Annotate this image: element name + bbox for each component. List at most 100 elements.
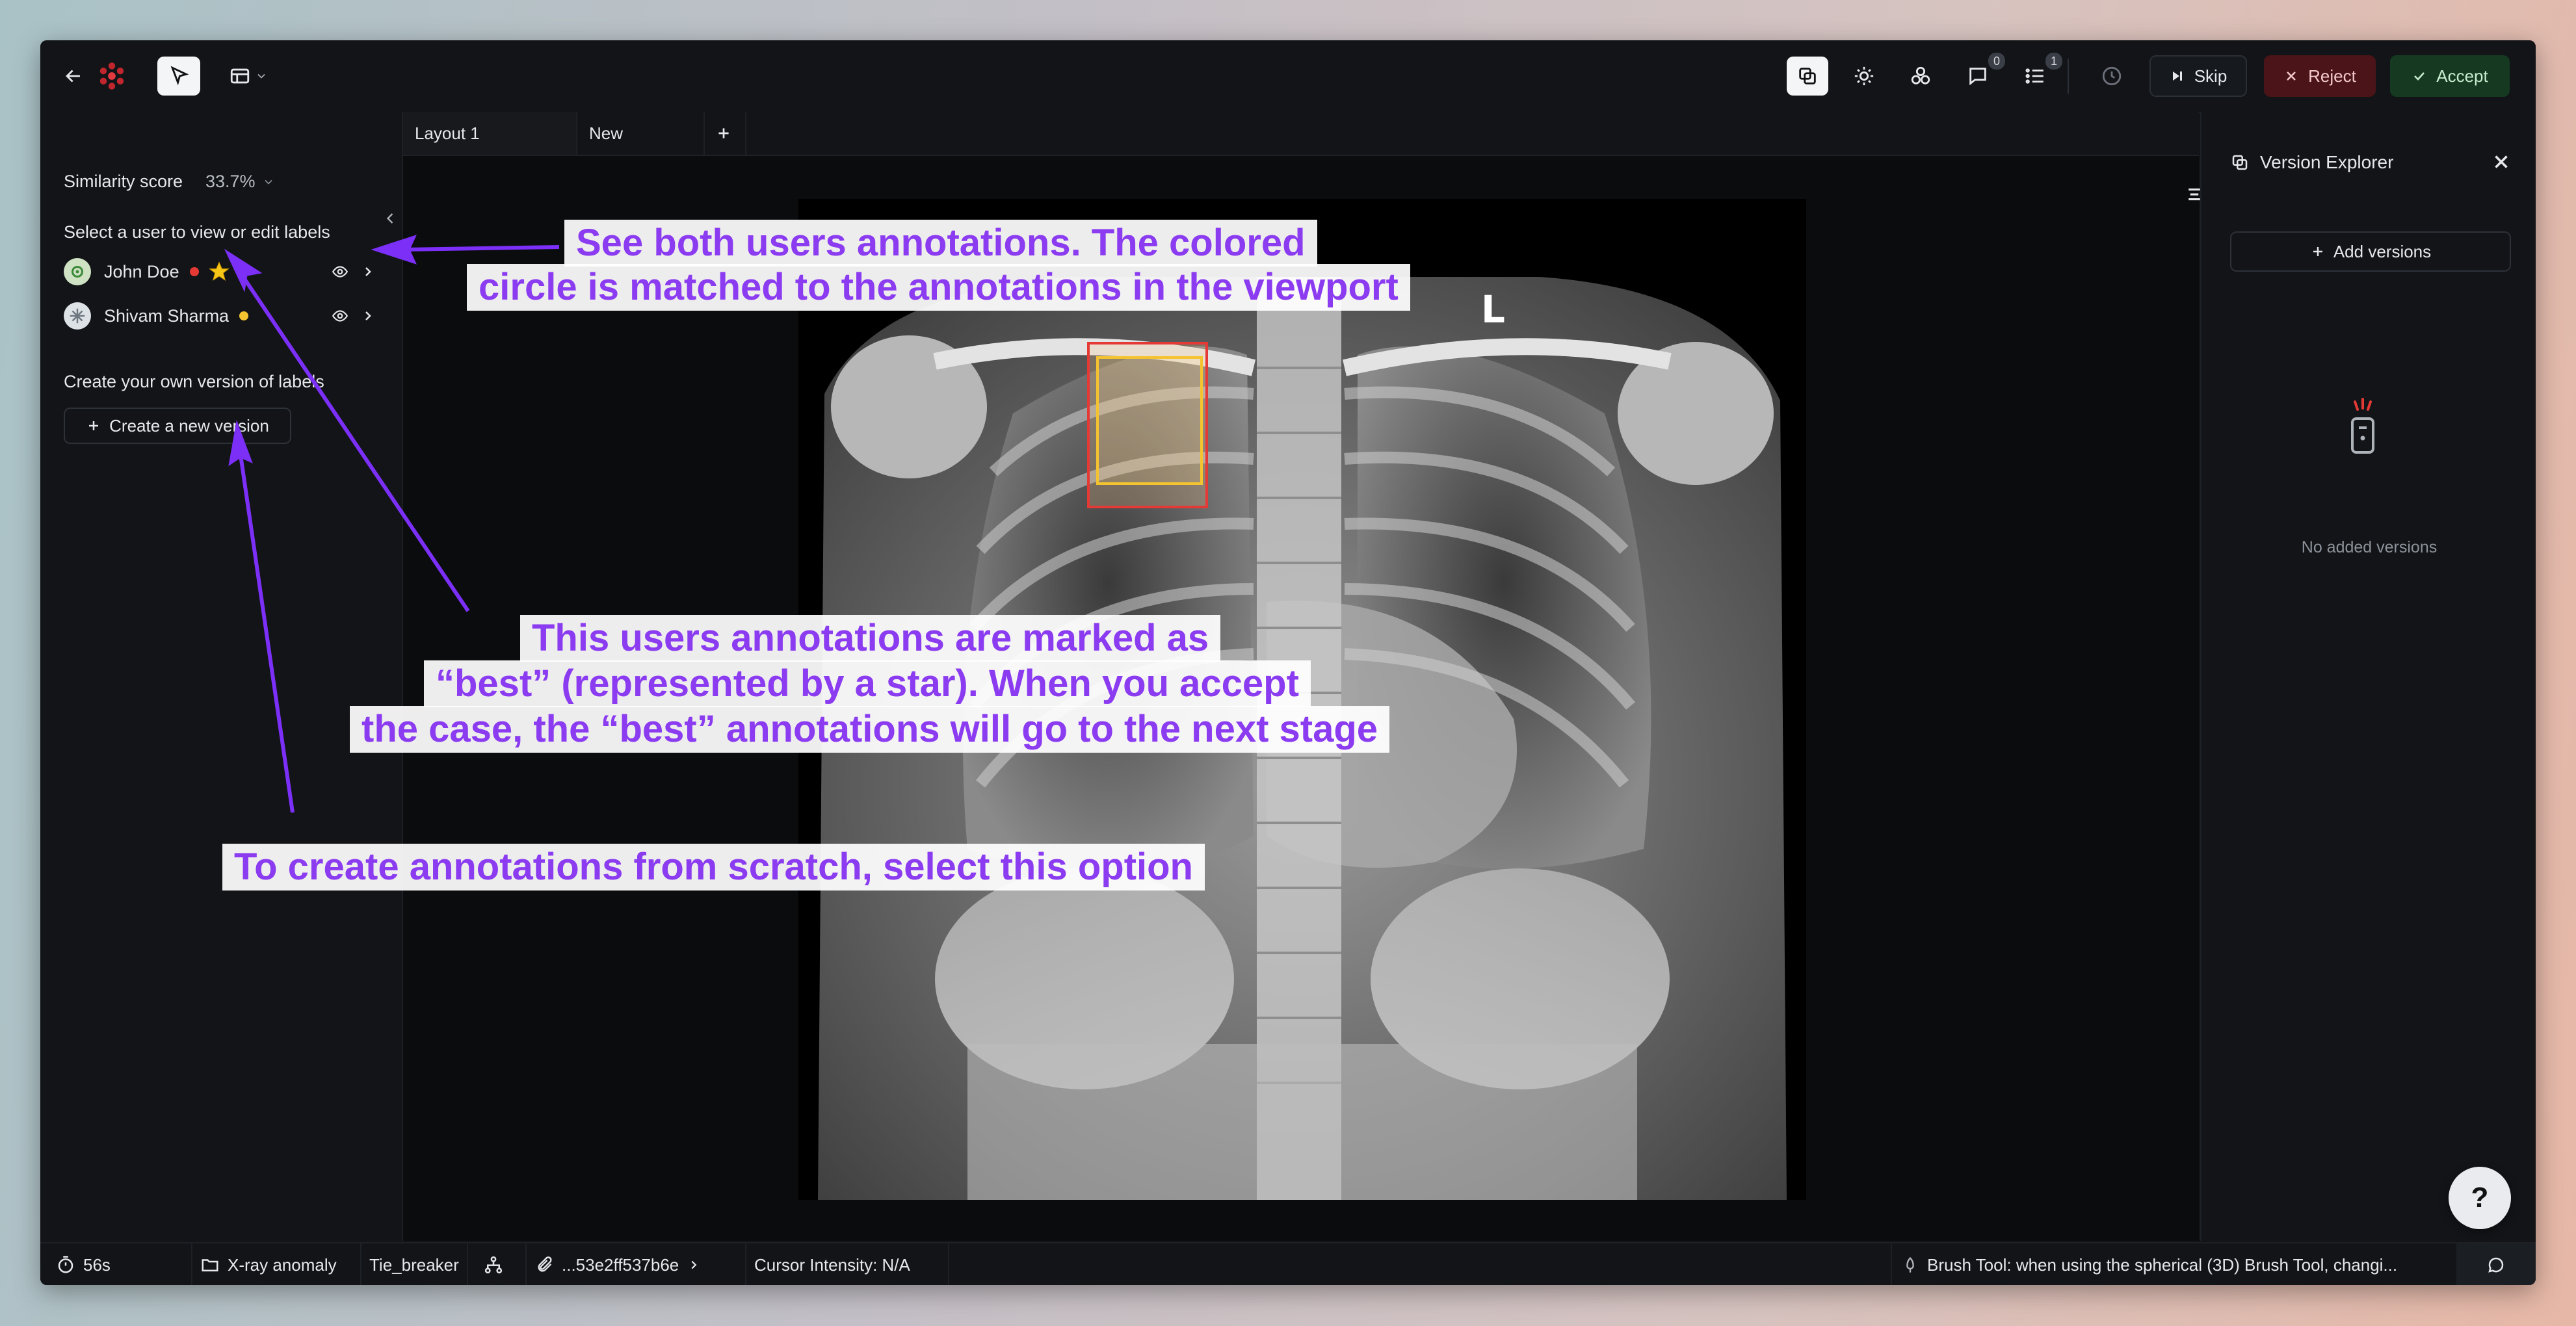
chevron-right-icon[interactable] bbox=[360, 264, 376, 280]
pointer-tool-button[interactable] bbox=[157, 57, 200, 96]
annotation-color-dot bbox=[189, 267, 199, 276]
annotation-color-dot bbox=[239, 311, 249, 320]
divider bbox=[191, 1243, 192, 1285]
back-arrow-icon[interactable] bbox=[60, 62, 87, 90]
paperclip-icon bbox=[538, 1256, 552, 1272]
plus-icon bbox=[89, 421, 99, 430]
user-name: Shivam Sharma bbox=[104, 306, 230, 326]
layers-icon bbox=[2232, 155, 2248, 170]
cursor-intensity: Cursor Intensity: N/A bbox=[754, 1243, 910, 1285]
top-toolbar: 0 1 Skip Reject Accept bbox=[40, 40, 2536, 113]
cursor-intensity-label: Cursor Intensity: N/A bbox=[754, 1254, 910, 1275]
avatar-pattern-icon bbox=[71, 265, 84, 278]
layout-tabs: Layout 1 New bbox=[403, 112, 2199, 156]
eye-icon[interactable] bbox=[332, 263, 348, 280]
sun-icon bbox=[1854, 66, 1874, 86]
tasks-count-badge: 1 bbox=[2045, 53, 2062, 70]
divider bbox=[1891, 1243, 1892, 1285]
eye-icon[interactable] bbox=[332, 307, 348, 324]
tasks-button[interactable]: 1 bbox=[2016, 53, 2062, 96]
create-new-version-label: Create a new version bbox=[109, 415, 269, 436]
brush-icon bbox=[1906, 1256, 1914, 1273]
project-label: X-ray anomaly bbox=[228, 1254, 337, 1275]
add-tab-button[interactable] bbox=[705, 112, 746, 155]
collapse-sidebar-button[interactable] bbox=[381, 209, 401, 229]
orientation-marker: L bbox=[1481, 287, 1505, 332]
stage-label: Tie_breaker bbox=[369, 1254, 459, 1275]
layout-icon bbox=[230, 68, 250, 84]
clock-icon bbox=[2102, 66, 2122, 86]
best-note-line-1: This users annotations are marked as bbox=[520, 615, 1221, 662]
reject-button[interactable]: Reject bbox=[2264, 55, 2376, 97]
similarity-score-label: Similarity score bbox=[64, 172, 183, 191]
layers-icon bbox=[1799, 68, 1816, 84]
labels-sidebar: Similarity score 33.7% Select a user to … bbox=[40, 112, 403, 1241]
plus-icon bbox=[2313, 247, 2322, 256]
panel-title: Version Explorer bbox=[2260, 152, 2394, 172]
chevron-down-icon bbox=[257, 73, 265, 79]
close-icon bbox=[2495, 155, 2508, 168]
workflow-icon[interactable] bbox=[484, 1243, 503, 1285]
divider bbox=[360, 1243, 361, 1285]
tab-new[interactable]: New bbox=[577, 112, 705, 155]
comment-icon bbox=[1969, 68, 1986, 86]
accept-button[interactable]: Accept bbox=[2390, 55, 2510, 97]
shivam-sharma-annotation-box[interactable] bbox=[1096, 356, 1203, 485]
file-id[interactable]: ...53e2ff537b6e bbox=[536, 1243, 701, 1285]
star-icon[interactable] bbox=[208, 261, 230, 283]
timer: 56s bbox=[56, 1243, 111, 1285]
plus-icon bbox=[718, 128, 729, 138]
similarity-score-value: 33.7% bbox=[205, 172, 256, 191]
add-versions-button[interactable]: Add versions bbox=[2230, 231, 2511, 272]
best-note-line-3: the case, the “best” annotations will go… bbox=[350, 706, 1390, 753]
feedback-button[interactable] bbox=[2456, 1243, 2536, 1285]
brightness-button[interactable] bbox=[1845, 57, 1884, 96]
close-panel-button[interactable] bbox=[2490, 151, 2512, 176]
divider bbox=[525, 1243, 527, 1285]
divider bbox=[948, 1243, 949, 1285]
chevron-right-icon[interactable] bbox=[360, 308, 376, 324]
stopwatch-icon bbox=[58, 1256, 73, 1273]
project-name[interactable]: X-ray anomaly bbox=[200, 1243, 337, 1285]
versions-toggle-button[interactable] bbox=[1787, 57, 1828, 96]
scratch-note: To create annotations from scratch, sele… bbox=[222, 844, 1205, 890]
chevron-right-icon bbox=[691, 1260, 697, 1269]
app-logo-icon bbox=[92, 57, 131, 96]
list-icon bbox=[2025, 68, 2044, 84]
accept-label: Accept bbox=[2436, 66, 2488, 86]
tool-tip: Brush Tool: when using the spherical (3D… bbox=[1901, 1243, 2397, 1285]
viewport-note-line-1: See both users annotations. The colored bbox=[564, 220, 1317, 266]
viewport-note-line-2: circle is matched to the annotations in … bbox=[467, 264, 1410, 311]
comments-button[interactable]: 0 bbox=[1958, 53, 2005, 96]
toolbar-divider bbox=[2068, 58, 2069, 94]
circles-icon bbox=[1911, 66, 1930, 84]
skip-label: Skip bbox=[2194, 66, 2228, 86]
help-button[interactable]: ? bbox=[2449, 1167, 2511, 1229]
avatar-pattern-icon bbox=[70, 308, 85, 324]
tab-label: New bbox=[589, 123, 624, 143]
comments-count-badge: 0 bbox=[1988, 53, 2005, 70]
timer-value: 56s bbox=[83, 1254, 111, 1275]
version-explorer-header: Version Explorer bbox=[2230, 152, 2393, 173]
avatar bbox=[64, 302, 91, 330]
add-versions-label: Add versions bbox=[2333, 241, 2432, 261]
chat-icon bbox=[2488, 1257, 2504, 1273]
version-explorer-panel: Version Explorer Add versions No added v… bbox=[2200, 112, 2536, 1241]
stage-name: Tie_breaker bbox=[369, 1243, 459, 1285]
user-row-shivam-sharma[interactable]: Shivam Sharma bbox=[64, 298, 376, 334]
layout-dropdown-button[interactable] bbox=[222, 57, 274, 96]
segments-button[interactable] bbox=[1901, 57, 1940, 96]
divider bbox=[467, 1243, 468, 1285]
best-note-line-2: “best” (represented by a star). When you… bbox=[424, 660, 1311, 707]
similarity-score-dropdown[interactable]: 33.7% bbox=[205, 172, 275, 192]
skip-button[interactable]: Skip bbox=[2149, 55, 2247, 97]
tab-label: Layout 1 bbox=[415, 123, 480, 143]
chevron-down-icon bbox=[264, 179, 272, 185]
user-row-john-doe[interactable]: John Doe bbox=[64, 254, 376, 290]
close-icon bbox=[2287, 72, 2296, 81]
history-button[interactable] bbox=[2092, 57, 2131, 96]
tab-layout-1[interactable]: Layout 1 bbox=[403, 112, 577, 155]
create-new-version-button[interactable]: Create a new version bbox=[64, 408, 291, 444]
avatar bbox=[64, 258, 91, 285]
status-bar: 56s X-ray anomaly Tie_breaker ...53e2ff5… bbox=[40, 1242, 2536, 1285]
